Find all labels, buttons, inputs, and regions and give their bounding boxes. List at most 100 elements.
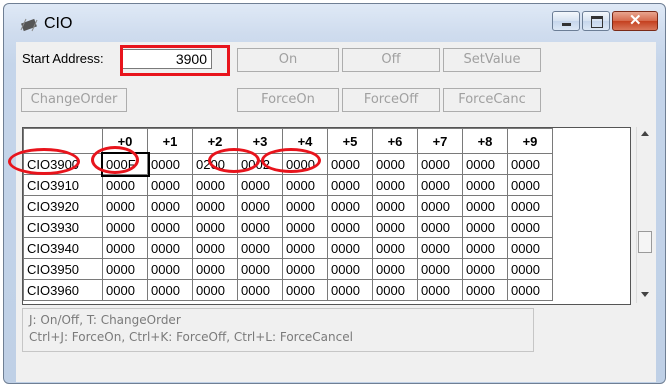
memory-cell[interactable]: 0000 (507, 216, 553, 238)
forceon-button[interactable]: ForceOn (237, 88, 339, 112)
memory-cell[interactable]: 0000 (147, 216, 193, 238)
header-cell: +7 (417, 128, 463, 154)
memory-cell[interactable]: 0000 (372, 174, 418, 196)
memory-cell[interactable]: 0000 (237, 195, 283, 217)
memory-cell[interactable]: 0000 (507, 153, 553, 175)
start-address-label: Start Address: (22, 51, 104, 66)
forcecanc-button[interactable]: ForceCanc (443, 88, 541, 112)
memory-cell[interactable]: 0000 (147, 258, 193, 280)
memory-cell[interactable]: 0000 (147, 153, 193, 175)
on-button[interactable]: On (237, 48, 339, 72)
minimize-icon (562, 23, 571, 26)
row-address: CIO3920 (23, 195, 103, 217)
chip-icon (20, 18, 38, 32)
memory-cell[interactable]: 0000 (237, 216, 283, 238)
memory-cell[interactable]: 0000 (102, 174, 148, 196)
memory-cell[interactable]: 0000 (102, 216, 148, 238)
memory-cell[interactable]: 0000 (282, 258, 328, 280)
table-row: CIO3910 0000 0000 0000 0000 0000 0000 0000 0000 0… (23, 174, 553, 196)
memory-cell[interactable]: 0000 (372, 153, 418, 175)
memory-cell[interactable]: 0000 (462, 174, 508, 196)
memory-cell[interactable]: 0000 (102, 195, 148, 217)
memory-cell[interactable]: 0000 (372, 279, 418, 301)
memory-cell[interactable]: 0000 (507, 195, 553, 217)
memory-cell[interactable]: 0000 (372, 237, 418, 259)
memory-cell[interactable]: 0000 (417, 237, 463, 259)
memory-cell[interactable]: 0000 (507, 258, 553, 280)
memory-cell[interactable]: 0000 (417, 216, 463, 238)
memory-cell[interactable]: 0000 (147, 174, 193, 196)
memory-cell[interactable]: 0000 (147, 237, 193, 259)
header-cell: +1 (147, 128, 193, 154)
forceoff-button[interactable]: ForceOff (342, 88, 440, 112)
scroll-thumb[interactable] (638, 231, 652, 253)
cell-highlight-oval (91, 146, 139, 174)
memory-cell[interactable]: 0000 (282, 195, 328, 217)
memory-cell[interactable]: 0000 (237, 258, 283, 280)
changeorder-button[interactable]: ChangeOrder (21, 88, 127, 112)
header-cell: +5 (327, 128, 373, 154)
memory-cell[interactable]: 0000 (327, 279, 373, 301)
memory-cell[interactable]: 0000 (102, 279, 148, 301)
memory-cell[interactable]: 0000 (192, 258, 238, 280)
memory-cell[interactable]: 0000 (462, 279, 508, 301)
minimize-button[interactable] (552, 11, 580, 31)
memory-cell[interactable]: 0000 (462, 195, 508, 217)
vertical-scrollbar[interactable] (636, 127, 654, 303)
row-address: CIO3910 (23, 174, 103, 196)
hint-line-2: Ctrl+J: ForceOn, Ctrl+K: ForceOff, Ctrl+… (29, 330, 353, 344)
memory-cell[interactable]: 0000 (327, 216, 373, 238)
memory-cell[interactable]: 0000 (417, 174, 463, 196)
memory-cell[interactable]: 0000 (372, 258, 418, 280)
memory-cell[interactable]: 0000 (327, 195, 373, 217)
row-address: CIO3940 (23, 237, 103, 259)
memory-cell[interactable]: 0000 (507, 174, 553, 196)
maximize-icon (591, 16, 603, 28)
close-button[interactable]: ✕ (612, 11, 658, 31)
memory-cell[interactable]: 0000 (507, 237, 553, 259)
memory-cell[interactable]: 0000 (192, 279, 238, 301)
window-title: CIO (44, 15, 73, 32)
memory-cell[interactable]: 0000 (282, 174, 328, 196)
memory-cell[interactable]: 0000 (372, 216, 418, 238)
memory-cell[interactable]: 0000 (327, 258, 373, 280)
memory-cell[interactable]: 0000 (192, 195, 238, 217)
memory-cell[interactable]: 0000 (147, 279, 193, 301)
memory-cell[interactable]: 0000 (417, 195, 463, 217)
memory-cell[interactable]: 0000 (327, 153, 373, 175)
memory-cell[interactable]: 0000 (282, 216, 328, 238)
table-row: CIO3950 0000 0000 0000 0000 0000 0000 0000 0000 0… (23, 258, 553, 280)
row-address: CIO3930 (23, 216, 103, 238)
memory-cell[interactable]: 0000 (507, 279, 553, 301)
memory-cell[interactable]: 0000 (102, 237, 148, 259)
memory-cell[interactable]: 0000 (192, 216, 238, 238)
scroll-up-icon[interactable] (641, 131, 649, 136)
table-row: CIO3940 0000 0000 0000 0000 0000 0000 0000 0000 0… (23, 237, 553, 259)
memory-cell[interactable]: 0000 (462, 258, 508, 280)
hint-line-1: J: On/Off, T: ChangeOrder (29, 313, 181, 327)
memory-cell[interactable]: 0000 (462, 153, 508, 175)
header-cell: +9 (507, 128, 553, 154)
scroll-down-icon[interactable] (641, 292, 649, 297)
memory-cell[interactable]: 0000 (192, 174, 238, 196)
memory-cell[interactable]: 0000 (192, 237, 238, 259)
memory-cell[interactable]: 0000 (372, 195, 418, 217)
memory-cell[interactable]: 0000 (237, 174, 283, 196)
memory-cell[interactable]: 0000 (327, 237, 373, 259)
memory-cell[interactable]: 0000 (417, 258, 463, 280)
memory-cell[interactable]: 0000 (282, 279, 328, 301)
memory-cell[interactable]: 0000 (237, 279, 283, 301)
maximize-button[interactable] (582, 11, 610, 31)
row-address: CIO3950 (23, 258, 103, 280)
memory-cell[interactable]: 0000 (417, 153, 463, 175)
memory-cell[interactable]: 0000 (462, 216, 508, 238)
memory-cell[interactable]: 0000 (237, 237, 283, 259)
memory-cell[interactable]: 0000 (417, 279, 463, 301)
setvalue-button[interactable]: SetValue (443, 48, 541, 72)
memory-cell[interactable]: 0000 (102, 258, 148, 280)
memory-cell[interactable]: 0000 (147, 195, 193, 217)
memory-cell[interactable]: 0000 (327, 174, 373, 196)
memory-cell[interactable]: 0000 (282, 237, 328, 259)
memory-cell[interactable]: 0000 (462, 237, 508, 259)
off-button[interactable]: Off (342, 48, 440, 72)
